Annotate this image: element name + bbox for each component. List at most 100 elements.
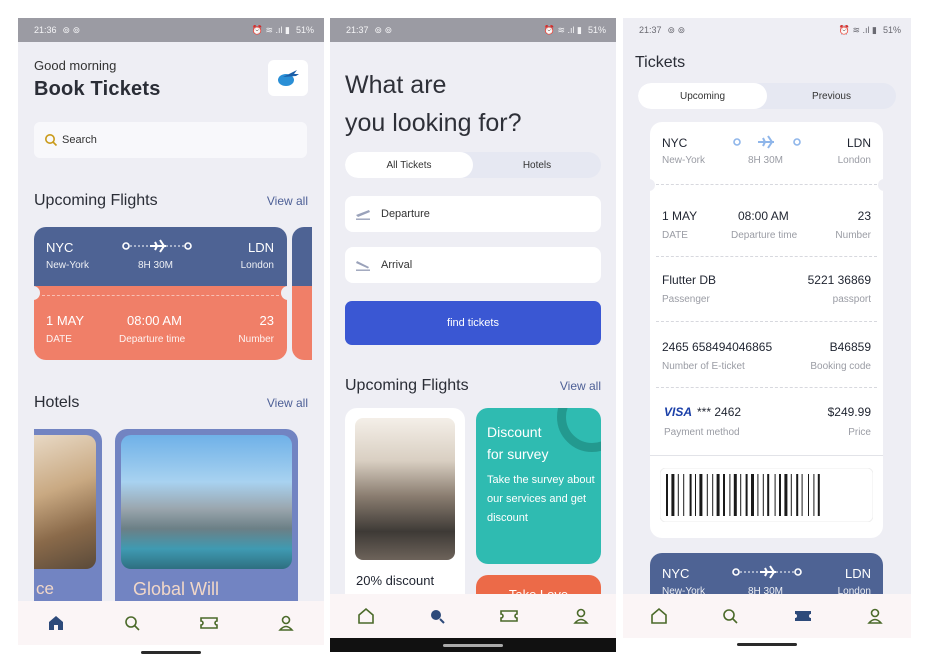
- bottom-nav: [330, 594, 616, 638]
- to-code: LDN: [247, 240, 274, 255]
- search-icon: [45, 134, 58, 147]
- passenger-label: Passenger: [662, 294, 710, 305]
- search-icon[interactable]: [428, 607, 446, 625]
- departure-time-label: Departure time: [731, 230, 798, 241]
- notification-icon: ⊚ ⊚: [62, 24, 81, 35]
- departure-time-label: Departure time: [119, 334, 186, 345]
- screen-tickets: 21:37 ⊚ ⊚ ⏰ ≋ .ıl ▮ 51% Tickets Upcoming P…: [623, 18, 911, 652]
- page-title: What are you looking for?: [345, 66, 522, 142]
- hotel-name: Global Will: [133, 579, 220, 599]
- departure-time: 08:00 AM: [738, 209, 789, 223]
- flight-date: 1 MAY: [662, 209, 698, 223]
- profile-icon[interactable]: [572, 607, 590, 625]
- screen-search: 21:37 ⊚ ⊚ ⏰ ≋ .ıl ▮ 51% What are you looki…: [330, 18, 616, 652]
- screen-home: 21:36 ⊚ ⊚ ⏰ ≋ .ıl ▮ 51% Good morning Book …: [18, 18, 324, 658]
- passport-label: passport: [832, 294, 871, 305]
- flight-route-icon: [732, 565, 802, 579]
- upcoming-view-all-link[interactable]: View all: [267, 194, 308, 208]
- upcoming-flights-title: Upcoming Flights: [34, 192, 158, 209]
- to-code: LDN: [846, 136, 871, 150]
- title-line-1: What are: [345, 71, 447, 99]
- arrival-field[interactable]: Arrival: [345, 247, 601, 283]
- card-number: *** 2462: [697, 405, 742, 419]
- ticket-icon[interactable]: [199, 614, 219, 632]
- profile-icon[interactable]: [277, 614, 295, 632]
- to-city: London: [837, 155, 871, 166]
- battery-level: 51%: [295, 25, 314, 35]
- upcoming-flights-title: Upcoming Flights: [345, 377, 469, 394]
- arrival-placeholder: Arrival: [381, 259, 413, 271]
- find-tickets-button[interactable]: find tickets: [345, 301, 601, 345]
- page-title: Book Tickets: [34, 78, 161, 100]
- promo-text: 20% discount: [356, 573, 435, 588]
- discount-title: Discount for survey: [487, 424, 549, 462]
- notification-icon: ⊚ ⊚: [667, 24, 686, 35]
- hotels-title: Hotels: [34, 394, 80, 411]
- ticket-icon[interactable]: [793, 607, 813, 625]
- hotel-name: ce: [36, 579, 54, 598]
- status-time: 21:36: [34, 25, 57, 35]
- ticket-icon[interactable]: [499, 607, 519, 625]
- from-code: NYC: [662, 566, 690, 581]
- date-label: DATE: [662, 230, 688, 241]
- from-code: NYC: [46, 240, 74, 255]
- booking-code: B46859: [829, 340, 871, 354]
- departure-time: 08:00 AM: [127, 313, 182, 328]
- status-time: 21:37: [346, 25, 369, 35]
- flight-number: 23: [857, 209, 871, 223]
- notification-icon: ⊚ ⊚: [374, 24, 393, 35]
- eticket-number: 2465 658494046865: [662, 340, 773, 354]
- bottom-nav: [623, 594, 911, 638]
- greeting: Good morning: [34, 58, 117, 73]
- date-label: DATE: [46, 334, 72, 345]
- flight-ticket-card[interactable]: NYC New-York 8H 30M LDN London 1 MAY DAT…: [30, 227, 291, 360]
- battery-level: 51%: [587, 25, 606, 35]
- bottom-nav: [18, 601, 324, 645]
- payment-card: VISA *** 2462: [664, 405, 741, 419]
- app-logo: [268, 60, 308, 96]
- passport-number: 5221 36869: [807, 273, 871, 287]
- status-time: 21:37: [639, 25, 662, 35]
- flight-number: 23: [259, 313, 274, 328]
- search-icon[interactable]: [123, 614, 141, 632]
- promo-card[interactable]: 20% discount: [345, 408, 465, 608]
- home-icon[interactable]: [357, 607, 375, 625]
- home-indicator: [737, 643, 797, 646]
- ticket-price: $249.99: [827, 405, 871, 419]
- home-icon[interactable]: [47, 614, 65, 632]
- ticket-detail-card[interactable]: NYC New-York 8H 30M LDN London 1 MAY DAT…: [645, 122, 888, 538]
- barcode: [660, 468, 873, 522]
- departure-field[interactable]: Departure: [345, 196, 601, 232]
- tickets-tabs: Upcoming Previous: [638, 83, 896, 109]
- upcoming-view-all-link[interactable]: View all: [560, 379, 601, 393]
- hotel-card[interactable]: Global Will: [115, 429, 298, 619]
- home-icon[interactable]: [650, 607, 668, 625]
- discount-body: Take the survey about our services and g…: [487, 474, 595, 524]
- booking-code-label: Booking code: [810, 361, 871, 372]
- departure-placeholder: Departure: [381, 208, 430, 220]
- home-indicator: [141, 651, 201, 654]
- hotel-card[interactable]: ce: [34, 429, 102, 619]
- tab-upcoming[interactable]: Upcoming: [638, 83, 767, 109]
- profile-icon[interactable]: [866, 607, 884, 625]
- discount-survey-card[interactable]: Discount for survey Take the survey abou…: [476, 408, 601, 564]
- search-input[interactable]: Search: [34, 122, 307, 158]
- status-bar: 21:36 ⊚ ⊚ ⏰ ≋ .ıl ▮ 51%: [18, 18, 324, 42]
- next-ticket-card[interactable]: [292, 227, 312, 286]
- visa-logo: VISA: [664, 405, 693, 419]
- tab-all-tickets[interactable]: All Tickets: [345, 152, 473, 178]
- flight-date: 1 MAY: [46, 313, 85, 328]
- tab-hotels[interactable]: Hotels: [473, 152, 601, 178]
- signal-icons: ⏰ ≋ .ıl ▮: [543, 24, 582, 35]
- to-code: LDN: [844, 566, 871, 581]
- tab-previous[interactable]: Previous: [767, 83, 896, 109]
- signal-icons: ⏰ ≋ .ıl ▮: [838, 24, 877, 35]
- hotels-view-all-link[interactable]: View all: [267, 396, 308, 410]
- home-indicator: [443, 644, 503, 647]
- ticket-type-tabs: All Tickets Hotels: [345, 152, 601, 178]
- search-placeholder: Search: [62, 134, 97, 146]
- from-code: NYC: [662, 136, 688, 150]
- search-icon[interactable]: [721, 607, 739, 625]
- status-bar: 21:37 ⊚ ⊚ ⏰ ≋ .ıl ▮ 51%: [330, 18, 616, 42]
- status-bar: 21:37 ⊚ ⊚ ⏰ ≋ .ıl ▮ 51%: [623, 18, 911, 42]
